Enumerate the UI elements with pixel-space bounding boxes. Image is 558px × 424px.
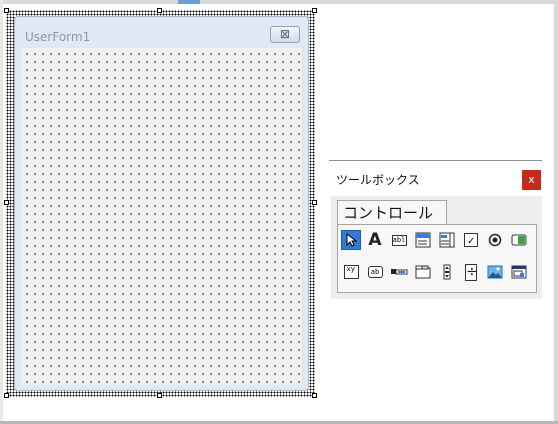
- tool-listbox[interactable]: [437, 230, 457, 250]
- top-scroll-indicator: [178, 0, 200, 4]
- resize-handle-bottom[interactable]: [157, 393, 162, 398]
- optionbutton-icon: [488, 233, 502, 247]
- resize-handle-left[interactable]: [4, 200, 9, 205]
- resize-handle-bottom-left[interactable]: [4, 393, 9, 398]
- userform-close-button[interactable]: ⊠: [270, 26, 300, 43]
- tool-togglebutton[interactable]: [509, 230, 529, 250]
- userform-window[interactable]: UserForm1 ⊠: [14, 16, 309, 391]
- listbox-icon: [439, 232, 455, 248]
- tool-textbox[interactable]: abl: [389, 230, 409, 250]
- window-top-strip: [0, 0, 558, 4]
- image-icon: [487, 265, 503, 279]
- toolbox-close-button[interactable]: x: [522, 170, 541, 190]
- toolbox-controls-area: A abl ✓ xy ab ÷: [337, 224, 537, 293]
- resize-handle-bottom-right[interactable]: [312, 393, 317, 398]
- select-objects-icon: [346, 233, 357, 247]
- window-left-edge: [0, 0, 3, 424]
- tool-combobox[interactable]: [413, 230, 433, 250]
- toolbox-panel: コントロール A abl ✓ xy ab ÷: [331, 196, 542, 299]
- tool-checkbox[interactable]: ✓: [461, 230, 481, 250]
- refedit-icon: [511, 265, 527, 279]
- togglebutton-icon: [511, 234, 527, 246]
- multipage-icon: [415, 265, 431, 279]
- textbox-icon: abl: [391, 234, 407, 246]
- combobox-icon: [415, 232, 431, 248]
- resize-handle-right[interactable]: [312, 200, 317, 205]
- tool-spinbutton[interactable]: ÷: [461, 262, 481, 282]
- tool-frame[interactable]: xy: [341, 262, 361, 282]
- spinbutton-icon: ÷: [465, 263, 478, 281]
- tool-optionbutton[interactable]: [485, 230, 505, 250]
- checkbox-icon: ✓: [464, 233, 478, 247]
- scrollbar-icon: [443, 264, 451, 280]
- window-right-edge: [554, 0, 558, 424]
- tab-controls[interactable]: コントロール: [337, 200, 447, 224]
- tool-tabstrip[interactable]: [389, 262, 409, 282]
- resize-handle-top-right[interactable]: [312, 8, 317, 13]
- tool-multipage[interactable]: [413, 262, 433, 282]
- userform-design-grid[interactable]: [21, 48, 302, 385]
- toolbox-window[interactable]: ツールボックス x コントロール A abl ✓ xy ab ÷: [329, 160, 542, 301]
- resize-handle-top[interactable]: [157, 8, 162, 13]
- tool-select-objects[interactable]: [341, 230, 361, 250]
- close-icon: x: [528, 173, 535, 186]
- tab-controls-label: コントロール: [343, 204, 434, 222]
- tool-image[interactable]: [485, 262, 505, 282]
- tool-commandbutton[interactable]: ab: [365, 262, 385, 282]
- toolbox-title: ツールボックス: [336, 173, 420, 187]
- tool-refedit[interactable]: [509, 262, 529, 282]
- label-icon: A: [368, 230, 382, 250]
- userform-title: UserForm1: [25, 30, 91, 44]
- userform-titlebar[interactable]: UserForm1 ⊠: [15, 17, 308, 47]
- tool-label[interactable]: A: [365, 230, 385, 250]
- tabstrip-icon: [391, 269, 408, 275]
- tool-scrollbar[interactable]: [437, 262, 457, 282]
- close-icon: ⊠: [279, 27, 291, 41]
- frame-icon: xy: [343, 265, 359, 279]
- commandbutton-icon: ab: [367, 266, 383, 278]
- resize-handle-top-left[interactable]: [4, 8, 9, 13]
